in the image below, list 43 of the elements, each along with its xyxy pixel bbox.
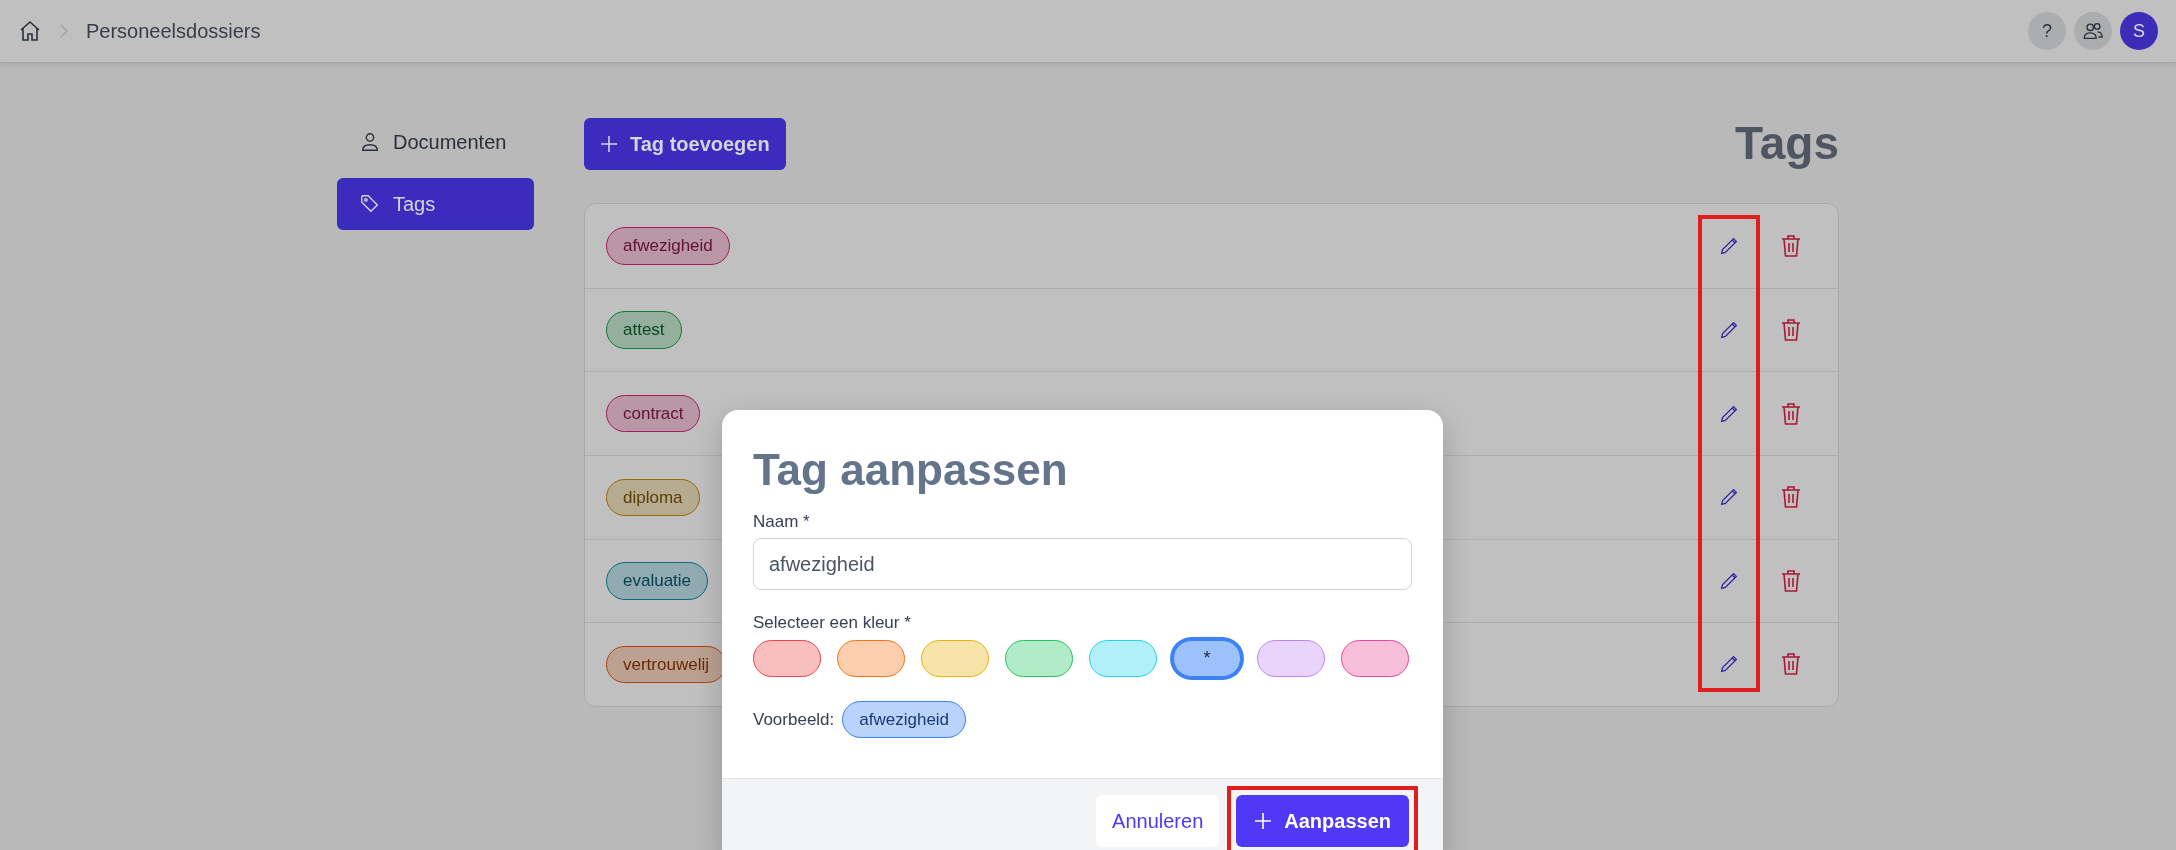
users-icon bbox=[2082, 20, 2104, 42]
color-swatch[interactable] bbox=[1089, 639, 1157, 677]
color-swatch[interactable] bbox=[1005, 639, 1073, 677]
tag-label: contract bbox=[606, 394, 701, 433]
field-label: Selecteer een kleur * bbox=[753, 612, 912, 635]
tag-label: afwezigheid bbox=[606, 227, 730, 265]
add-tag-button[interactable]: Tag toevoegen bbox=[584, 117, 786, 170]
users-button[interactable] bbox=[2074, 12, 2112, 50]
color-swatch[interactable] bbox=[921, 639, 989, 677]
color-swatch[interactable]: * bbox=[1173, 639, 1241, 677]
delete-icon bbox=[1780, 652, 1802, 677]
delete-icon bbox=[1780, 234, 1802, 258]
dialog-title: Tag aanpassen bbox=[753, 444, 1069, 496]
tag-label: diploma bbox=[606, 478, 700, 516]
tag-label: evaluatie bbox=[606, 562, 709, 600]
sidebar-item[interactable]: Tags bbox=[337, 178, 534, 230]
color-swatch[interactable] bbox=[1257, 639, 1325, 677]
field-label: Naam * bbox=[753, 510, 811, 533]
tag-label: attest bbox=[606, 311, 682, 349]
color-swatch[interactable] bbox=[1341, 639, 1409, 677]
avatar-button[interactable]: S bbox=[2120, 12, 2158, 50]
preview-label: Voorbeeld: bbox=[753, 708, 835, 731]
tag-preview: afwezigheid bbox=[842, 700, 967, 739]
delete-icon bbox=[1780, 568, 1802, 593]
sidebar-item[interactable]: Documenten bbox=[337, 116, 534, 168]
home-icon[interactable] bbox=[18, 19, 42, 43]
breadcrumb-link[interactable]: Personeelsdossiers bbox=[86, 16, 261, 46]
chevron-icon bbox=[58, 24, 70, 38]
submit-button[interactable]: Aanpassen bbox=[1236, 795, 1409, 848]
color-swatch[interactable] bbox=[837, 639, 905, 677]
edit-icon bbox=[1718, 235, 1740, 257]
cancel-button[interactable]: Annuleren bbox=[1096, 795, 1220, 848]
delete-icon bbox=[1780, 401, 1802, 426]
help-button[interactable]: ? bbox=[2028, 12, 2066, 50]
tag-icon bbox=[359, 193, 381, 215]
plus-icon bbox=[1254, 812, 1273, 831]
color-swatch[interactable] bbox=[753, 639, 821, 677]
plus-icon bbox=[600, 134, 618, 153]
delete-icon bbox=[1780, 318, 1802, 343]
page-title: Tags bbox=[1735, 116, 1839, 171]
delete-icon bbox=[1780, 485, 1802, 510]
name-input[interactable]: afwezigheid bbox=[753, 538, 1412, 591]
person-icon bbox=[359, 131, 381, 153]
